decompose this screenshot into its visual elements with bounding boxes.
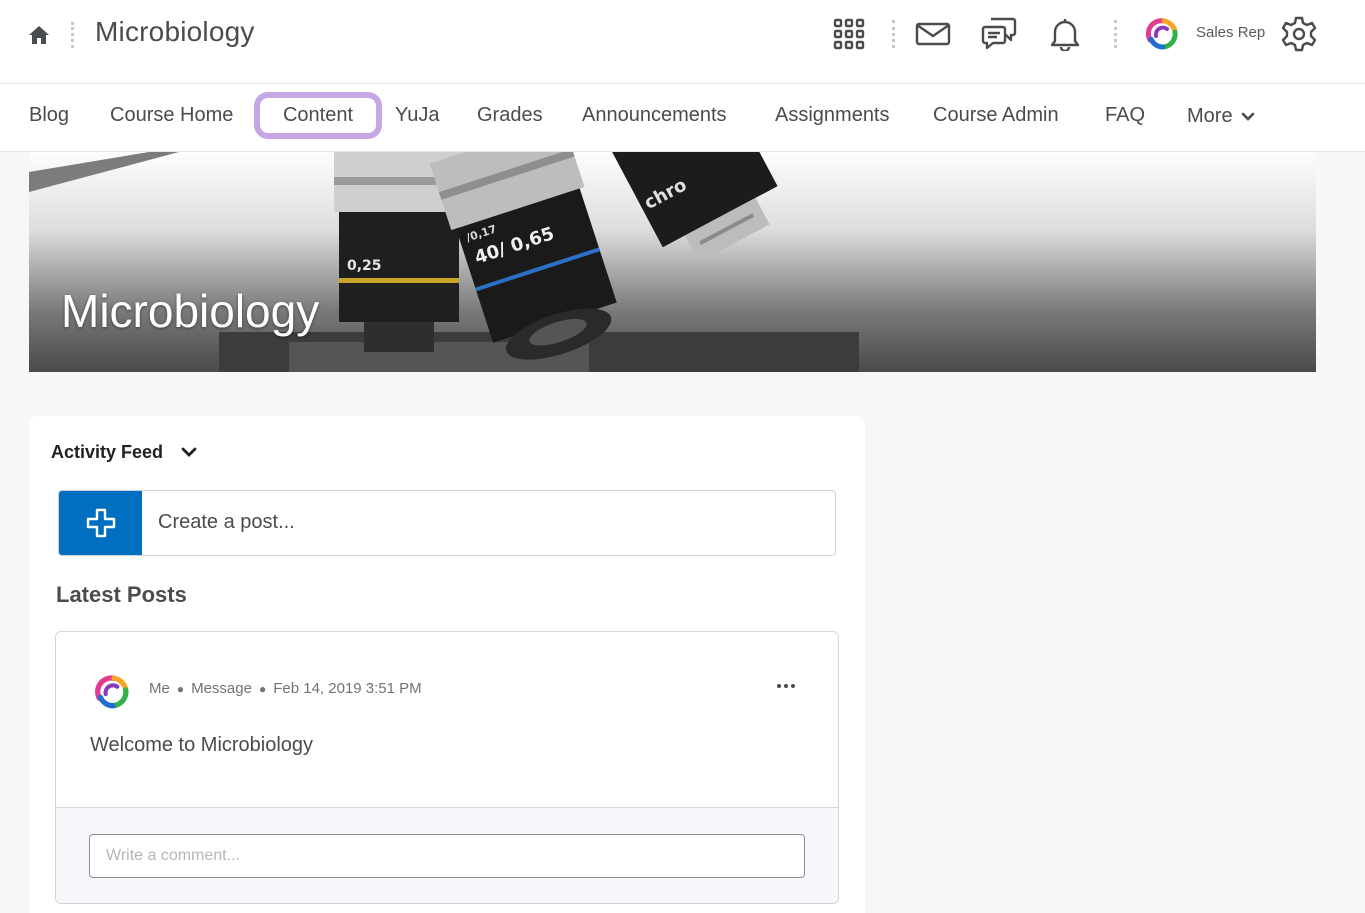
post-meta: Me ● Message ● Feb 14, 2019 3:51 PM bbox=[149, 680, 422, 697]
activity-feed-widget: Activity Feed Create a post... Latest Po… bbox=[29, 416, 865, 913]
home-icon[interactable] bbox=[26, 22, 52, 48]
nav-item-course-home[interactable]: Course Home bbox=[110, 104, 233, 127]
user-name[interactable]: Sales Rep bbox=[1196, 24, 1265, 41]
post-author-avatar[interactable] bbox=[92, 672, 132, 712]
create-post-box[interactable]: Create a post... bbox=[58, 490, 836, 556]
post-author[interactable]: Me bbox=[149, 680, 170, 697]
separator bbox=[71, 22, 74, 48]
minibar: Microbiology Sales Rep bbox=[0, 0, 1365, 84]
nav-item-announcements[interactable]: Announcements bbox=[582, 104, 727, 127]
user-avatar-logo[interactable] bbox=[1142, 14, 1182, 54]
separator bbox=[892, 20, 895, 48]
create-post-button[interactable] bbox=[59, 491, 142, 555]
post-timestamp: Feb 14, 2019 3:51 PM bbox=[273, 680, 422, 697]
chevron-down-icon bbox=[181, 447, 197, 457]
meta-separator: ● bbox=[258, 681, 267, 696]
mail-icon[interactable] bbox=[913, 14, 953, 54]
latest-posts-heading: Latest Posts bbox=[56, 582, 187, 607]
post-more-options-icon[interactable] bbox=[772, 674, 800, 698]
course-banner: 0,25 40/ 0,65 /0,17 chro Microbiology bbox=[29, 152, 1316, 372]
comment-input[interactable] bbox=[89, 834, 805, 878]
bell-icon[interactable] bbox=[1045, 14, 1085, 54]
post-type: Message bbox=[191, 680, 252, 697]
course-navbar: Blog Course Home Content YuJa Grades Ann… bbox=[0, 84, 1365, 152]
activity-feed-dropdown[interactable]: Activity Feed bbox=[51, 442, 197, 463]
chevron-down-icon bbox=[1241, 112, 1254, 121]
nav-item-faq[interactable]: FAQ bbox=[1105, 104, 1145, 127]
nav-item-grades[interactable]: Grades bbox=[477, 104, 543, 127]
activity-feed-title: Activity Feed bbox=[51, 442, 164, 462]
plus-icon bbox=[86, 508, 115, 538]
nav-item-content[interactable]: Content bbox=[254, 92, 382, 139]
post-comment-area bbox=[56, 807, 838, 903]
chat-icon[interactable] bbox=[979, 14, 1019, 54]
nav-item-yuja[interactable]: YuJa bbox=[395, 104, 439, 127]
banner-title: Microbiology bbox=[61, 285, 320, 337]
lens-label-1: 0,25 bbox=[347, 258, 382, 274]
objective-lens-3: chro bbox=[611, 152, 778, 262]
nav-item-assignments[interactable]: Assignments bbox=[775, 104, 890, 127]
waffle-grid-icon[interactable] bbox=[829, 14, 869, 54]
post-card: Me ● Message ● Feb 14, 2019 3:51 PM Welc… bbox=[55, 631, 839, 904]
separator bbox=[1114, 20, 1117, 48]
post-body: Welcome to Microbiology bbox=[90, 734, 314, 756]
microscope-image: 0,25 40/ 0,65 /0,17 chro bbox=[29, 152, 859, 372]
nav-more-menu[interactable]: More bbox=[1187, 105, 1255, 128]
gear-icon[interactable] bbox=[1279, 14, 1319, 54]
nav-item-course-admin[interactable]: Course Admin bbox=[933, 104, 1059, 127]
meta-separator: ● bbox=[176, 681, 185, 696]
course-title[interactable]: Microbiology bbox=[95, 16, 255, 48]
nav-more-label: More bbox=[1187, 105, 1233, 127]
create-post-placeholder[interactable]: Create a post... bbox=[158, 511, 295, 534]
nav-item-blog[interactable]: Blog bbox=[29, 104, 69, 127]
